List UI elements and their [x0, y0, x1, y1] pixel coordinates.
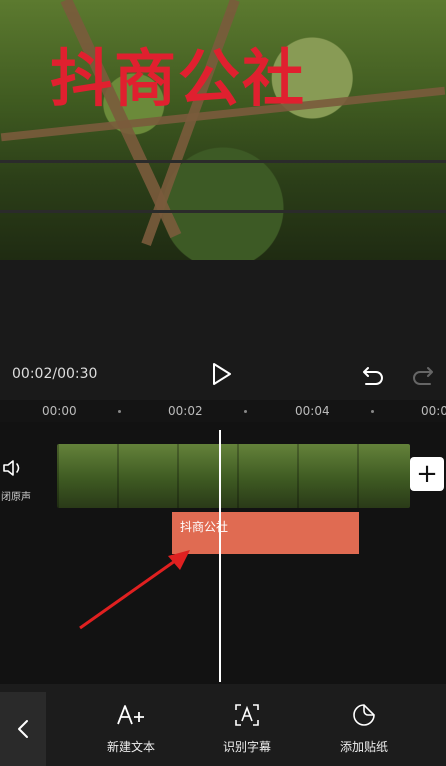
ruler-tick: 00:04 — [295, 404, 330, 418]
add-sticker-label: 添加贴纸 — [339, 740, 388, 754]
plus-icon: + — [416, 459, 438, 489]
chevron-left-icon — [18, 720, 28, 738]
video-clip[interactable] — [57, 444, 410, 508]
playhead[interactable] — [219, 430, 221, 682]
add-clip-button[interactable]: + — [410, 457, 444, 491]
overlay-title: 抖商公社 — [50, 42, 307, 115]
ruler-dot — [244, 410, 247, 413]
play-icon[interactable] — [208, 360, 234, 388]
time-readout: 00:02/00:30 — [12, 366, 98, 382]
ruler-tick: 00:00 — [42, 404, 77, 418]
ruler-dot — [371, 410, 374, 413]
new-text-button[interactable]: 新建文本 — [91, 702, 171, 755]
annotation-arrow-icon — [79, 550, 190, 630]
recognize-subtitle-button[interactable]: 识别字幕 — [207, 702, 287, 755]
ruler-tick: 00:06 — [421, 404, 446, 418]
text-clip[interactable]: 抖商公社 — [172, 512, 359, 554]
video-preview[interactable]: 抖商公社 — [0, 0, 446, 260]
undo-icon[interactable] — [360, 362, 386, 386]
new-text-label: 新建文本 — [106, 740, 155, 754]
mute-label[interactable]: 闭原声 — [1, 488, 31, 503]
recognize-subtitle-icon — [207, 702, 287, 728]
sticker-icon — [324, 702, 404, 728]
recognize-subtitle-label: 识别字幕 — [222, 740, 271, 754]
back-button[interactable] — [0, 692, 46, 766]
add-sticker-button[interactable]: 添加贴纸 — [324, 702, 404, 755]
ruler-tick: 00:02 — [168, 404, 203, 418]
speaker-icon[interactable] — [2, 458, 24, 478]
add-text-icon — [91, 702, 171, 728]
redo-icon[interactable] — [410, 362, 436, 386]
ruler-dot — [118, 410, 121, 413]
